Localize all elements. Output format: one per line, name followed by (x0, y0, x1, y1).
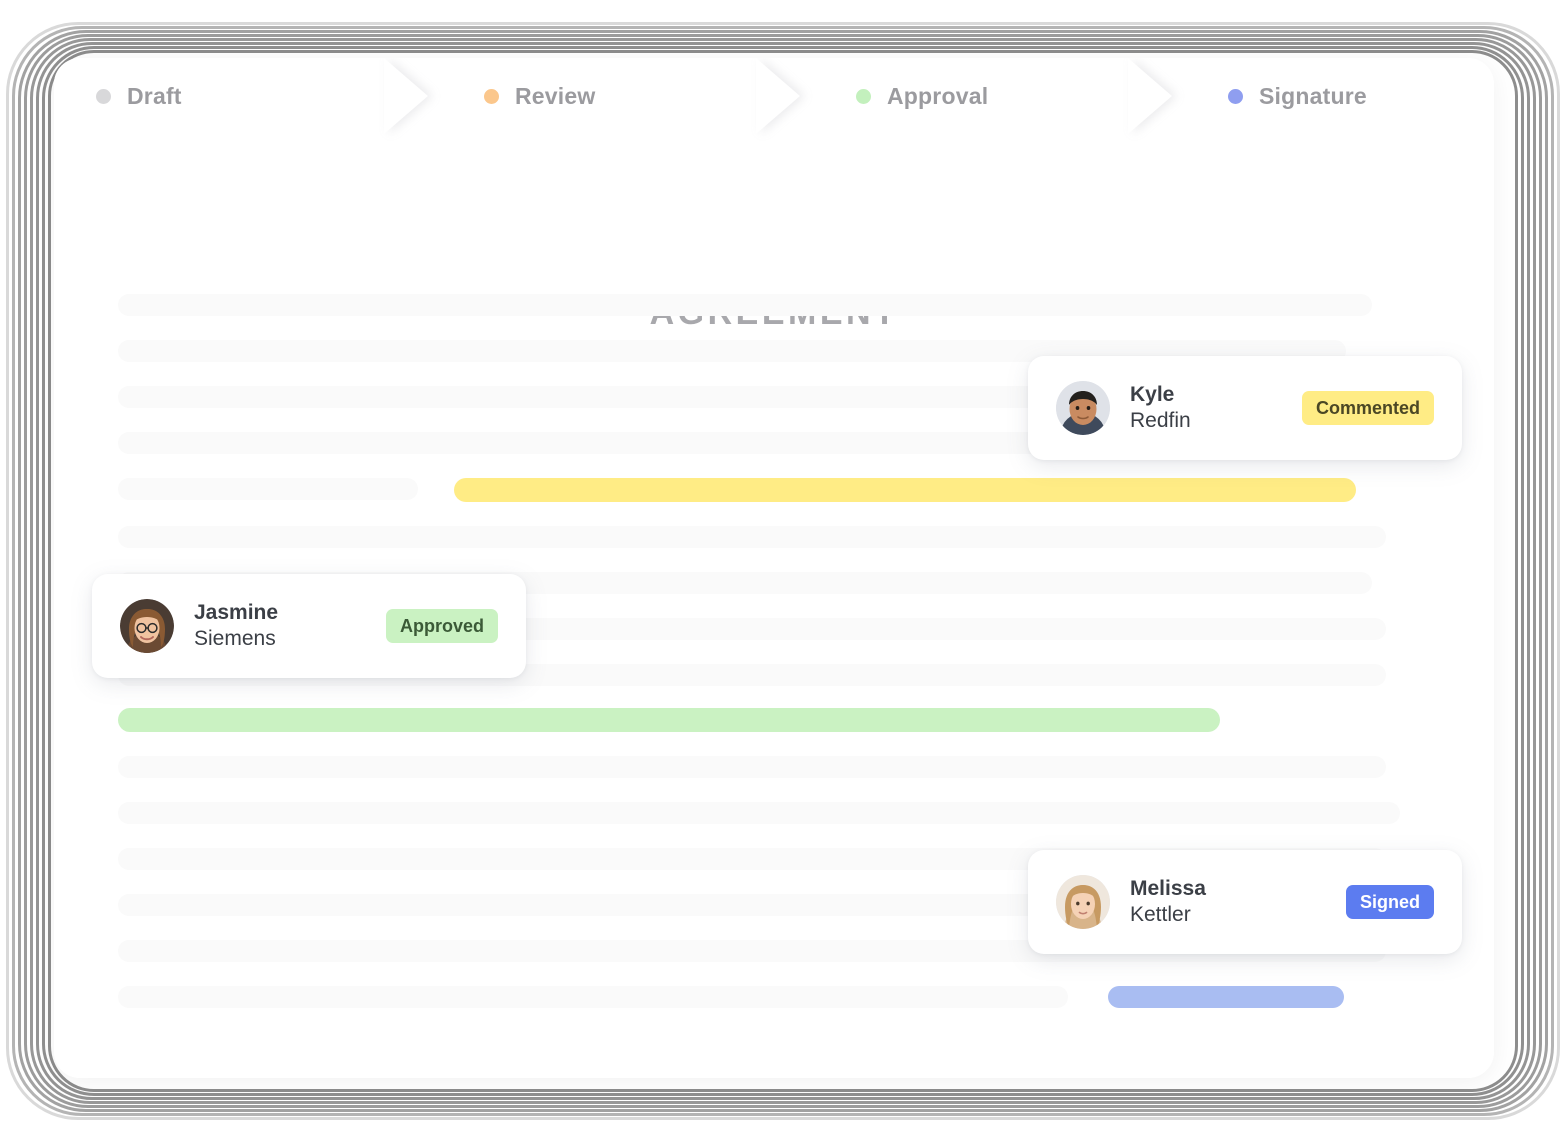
participant-last-name: Kettler (1130, 903, 1191, 926)
status-badge-commented[interactable]: Commented (1301, 391, 1434, 425)
comment-highlight (454, 478, 1356, 502)
participant-card-jasmine[interactable]: Jasmine Siemens Approved (92, 574, 526, 678)
participant-card-kyle[interactable]: Kyle Redfin Commented (1028, 356, 1462, 460)
step-signature[interactable]: Signature (1178, 58, 1494, 134)
signature-highlight (1108, 986, 1344, 1008)
document-text-line (118, 802, 1400, 824)
jasmine-avatar (120, 599, 174, 653)
participant-card-melissa[interactable]: Melissa Kettler Signed (1028, 850, 1462, 954)
step-signature-label: Signature (1259, 82, 1367, 109)
app-screen: Draft Review Approval Signature Kyle Red… (54, 58, 1494, 1078)
approval-highlight (118, 708, 1220, 732)
kyle-avatar (1056, 381, 1110, 435)
step-approval[interactable]: Approval (806, 58, 1186, 134)
participant-name: Melissa Kettler (1130, 876, 1206, 928)
step-review-dot (484, 88, 499, 104)
participant-first-name: Melissa (1130, 877, 1206, 900)
step-approval-label: Approval (887, 82, 989, 109)
participant-first-name: Kyle (1130, 383, 1175, 406)
document-text-line (118, 478, 418, 500)
step-review-label: Review (515, 82, 596, 109)
participant-first-name: Jasmine (194, 601, 279, 624)
document-text-line (118, 526, 1386, 548)
step-review[interactable]: Review (434, 58, 814, 134)
status-badge-signed[interactable]: Signed (1345, 885, 1434, 919)
document-text-line (118, 986, 1068, 1008)
status-badge-approved[interactable]: Approved (385, 609, 498, 643)
melissa-avatar (1056, 875, 1110, 929)
document-canvas: AGREEMENT (54, 134, 1494, 1078)
step-draft[interactable]: Draft (54, 58, 434, 134)
status-stepper: Draft Review Approval Signature (54, 58, 1494, 134)
participant-name: Kyle Redfin (1130, 382, 1191, 434)
step-approval-dot (856, 88, 871, 104)
participant-name: Jasmine Siemens (194, 600, 278, 652)
step-signature-dot (1228, 88, 1243, 104)
step-draft-dot (96, 88, 111, 104)
document-text-line (118, 294, 1372, 316)
participant-last-name: Siemens (194, 627, 276, 650)
step-draft-label: Draft (127, 82, 182, 109)
document-text-line (118, 756, 1386, 778)
participant-last-name: Redfin (1130, 409, 1191, 432)
screenshot-stage: Draft Review Approval Signature Kyle Red… (0, 0, 1566, 1142)
